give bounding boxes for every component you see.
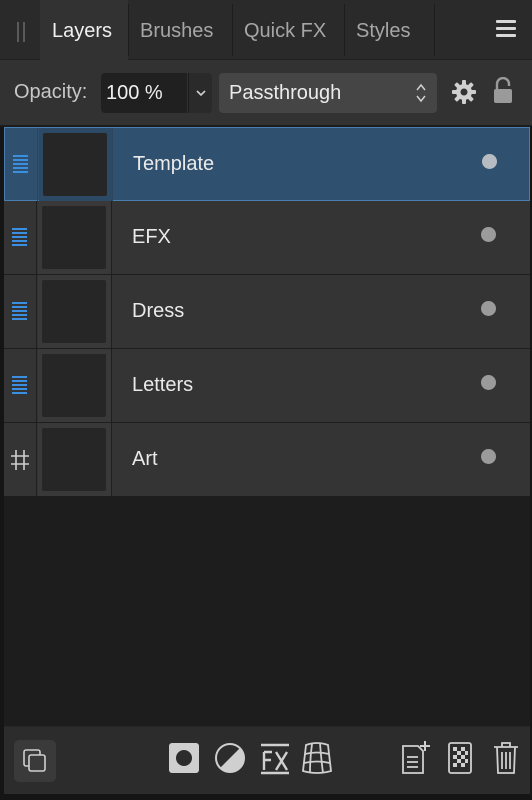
grid-icon[interactable]	[10, 449, 30, 471]
tab-quick-fx[interactable]: Quick FX	[232, 0, 344, 60]
layer-row-template[interactable]: Template	[4, 127, 530, 201]
blend-mode-select[interactable]: Passthrough	[219, 73, 437, 113]
mask-icon[interactable]	[166, 740, 202, 776]
layer-name: EFX	[132, 226, 171, 248]
updown-chevron-icon	[416, 83, 426, 103]
gear-icon[interactable]	[451, 79, 477, 105]
group-lines-icon[interactable]	[10, 227, 28, 249]
pixel-layer-icon[interactable]	[446, 740, 474, 776]
layer-thumbnail	[42, 280, 106, 343]
hamburger-icon[interactable]	[496, 20, 516, 38]
layer-row-dress[interactable]: Dress	[4, 275, 530, 349]
layer-row-efx[interactable]: EFX	[4, 201, 530, 275]
trash-icon[interactable]	[492, 740, 520, 776]
opacity-dropdown-button[interactable]	[188, 73, 212, 113]
adjustment-icon[interactable]	[212, 740, 248, 776]
layers-empty-area	[4, 497, 530, 726]
panel-tab-bar: Layers Brushes Quick FX Styles	[0, 0, 532, 60]
visibility-dot-icon[interactable]	[481, 301, 496, 316]
layers-list: Template EFX Dress Letters Art	[4, 127, 530, 497]
drag-grip-icon[interactable]	[14, 22, 28, 42]
layer-row-letters[interactable]: Letters	[4, 349, 530, 423]
layer-thumbnail	[42, 428, 106, 491]
blend-mode-value: Passthrough	[229, 82, 342, 104]
fx-icon[interactable]	[258, 740, 292, 776]
layer-name: Letters	[132, 374, 194, 396]
group-lines-icon[interactable]	[10, 375, 28, 397]
layers-bottom-toolbar	[4, 726, 530, 794]
tab-brushes[interactable]: Brushes	[128, 0, 232, 60]
visibility-dot-icon[interactable]	[482, 154, 497, 169]
tab-styles[interactable]: Styles	[344, 0, 434, 60]
chevron-down-icon	[196, 90, 206, 97]
tab-layers[interactable]: Layers	[40, 0, 128, 60]
layer-thumbnail	[43, 133, 107, 196]
opacity-label: Opacity:	[14, 81, 88, 103]
opacity-input[interactable]: 100 %	[101, 73, 187, 113]
layer-name: Template	[133, 153, 215, 175]
group-lines-icon[interactable]	[11, 154, 29, 176]
layer-thumbnail	[42, 206, 106, 269]
layer-copy-button[interactable]	[14, 740, 56, 782]
visibility-dot-icon[interactable]	[481, 375, 496, 390]
layer-name: Dress	[132, 300, 185, 322]
layer-copy-icon	[23, 749, 46, 772]
group-lines-icon[interactable]	[10, 301, 28, 323]
visibility-dot-icon[interactable]	[481, 227, 496, 242]
layer-thumbnail	[42, 354, 106, 417]
add-layer-icon[interactable]	[400, 740, 432, 776]
visibility-dot-icon[interactable]	[481, 449, 496, 464]
layer-row-art[interactable]: Art	[4, 423, 530, 497]
lock-icon[interactable]	[493, 77, 513, 105]
warp-icon[interactable]	[300, 740, 334, 776]
layer-name: Art	[132, 448, 158, 470]
